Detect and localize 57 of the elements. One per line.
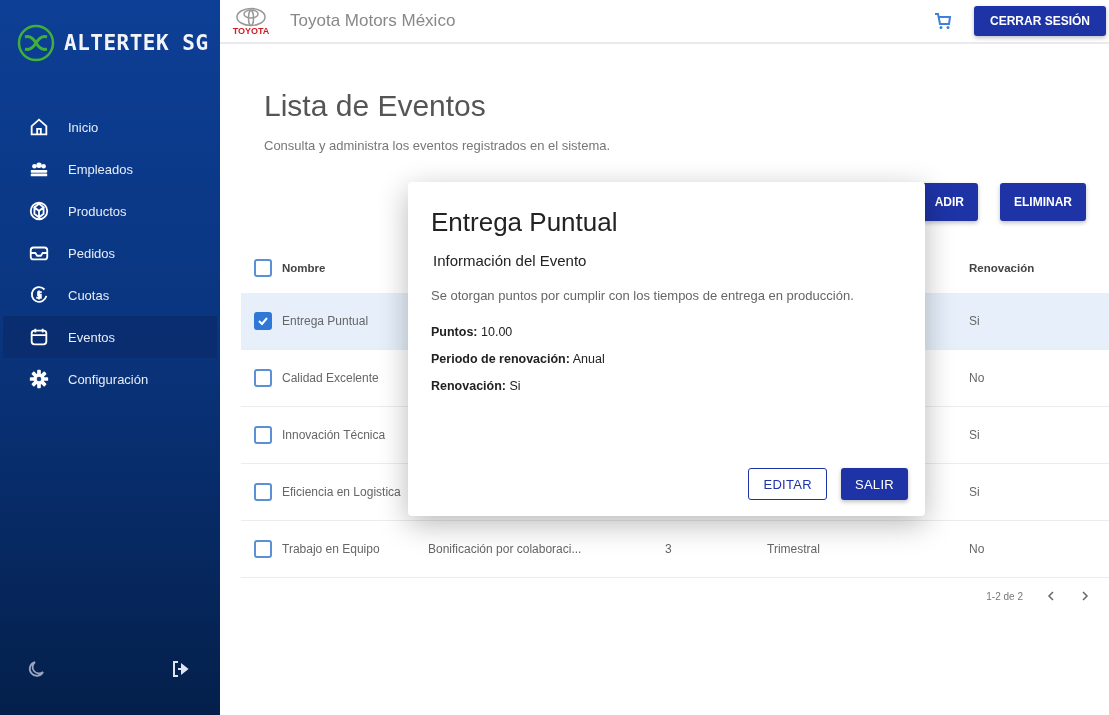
previous-page-icon[interactable] (1045, 590, 1057, 602)
sidebar-item[interactable]: Empleados (3, 148, 217, 190)
settings-icon (28, 368, 50, 390)
sidebar-item[interactable]: Pedidos (3, 232, 217, 274)
checkmark-icon (257, 315, 269, 327)
sidebar-item[interactable]: Eventos (3, 316, 217, 358)
page-title: Lista de Eventos (264, 88, 487, 124)
table-cell-text: Calidad Excelente (282, 371, 380, 385)
column-header: Renovación (969, 262, 1036, 274)
table-cell-text: 3 (665, 542, 673, 556)
detail-field: Puntos: 10.00 (431, 325, 908, 339)
exit-button[interactable]: SALIR (840, 468, 908, 500)
table-cell-text: Bonificación por colaboraci... (428, 542, 583, 556)
dialog-subtitle: Información del Evento (433, 252, 588, 269)
column-header: Nombre (282, 262, 327, 274)
table-cell-text: No (969, 371, 986, 385)
pagination-label: 1-2 de 2 (986, 590, 1023, 602)
home-icon (28, 116, 50, 138)
brand-name: TOYOTA (232, 26, 270, 36)
sidebar-item[interactable]: Cuotas (3, 274, 217, 316)
currency-icon (28, 284, 50, 306)
cart-icon[interactable] (934, 12, 952, 30)
calendar-icon (28, 326, 50, 348)
table-cell-text: Trimestral (767, 542, 821, 556)
checkbox[interactable] (254, 369, 272, 387)
checkbox[interactable] (254, 312, 272, 330)
checkbox[interactable] (254, 259, 272, 277)
sidebar-item[interactable]: Productos (3, 190, 217, 232)
dialog-title: Entrega Puntual (431, 206, 619, 238)
sidebar-item[interactable]: Configuración (3, 358, 217, 400)
logout-icon[interactable] (170, 659, 190, 679)
brand-logo-icon (235, 6, 267, 27)
checkbox[interactable] (254, 483, 272, 501)
delete-button[interactable]: ELIMINAR (1000, 183, 1086, 221)
logout-button[interactable]: CERRAR SESIÓN (974, 6, 1106, 36)
table-cell-text: Si (969, 428, 981, 442)
table-cell-text: No (969, 542, 986, 556)
table-cell-text: Trabajo en Equipo (282, 542, 381, 556)
table-cell-text: Entrega Puntual (282, 314, 370, 328)
dialog-description: Se otorgan puntos por cumplir con los tiempos de entrega en producción. (431, 288, 855, 303)
edit-button[interactable]: EDITAR (748, 468, 827, 500)
company-name: Toyota Motors México (290, 11, 457, 31)
checkbox[interactable] (254, 540, 272, 558)
moon-icon[interactable] (26, 659, 46, 679)
table-cell-text: Innovación Técnica (282, 428, 387, 442)
page-subtitle: Consulta y administra los eventos registrados en el sistema. (264, 138, 612, 153)
logo-text: ALTERTEK SG (64, 31, 209, 55)
detail-field: Renovación: Si (431, 379, 908, 393)
cube-icon (28, 200, 50, 222)
table-cell-text: Eficiencia en Logistica (282, 485, 402, 499)
next-page-icon[interactable] (1079, 590, 1091, 602)
checkbox[interactable] (254, 426, 272, 444)
detail-field: Periodo de renovación: Anual (431, 352, 908, 366)
table-cell-text: Si (969, 485, 981, 499)
table-cell-text: Si (969, 314, 981, 328)
logo-icon (16, 23, 56, 63)
sidebar-item[interactable]: Inicio (3, 106, 217, 148)
